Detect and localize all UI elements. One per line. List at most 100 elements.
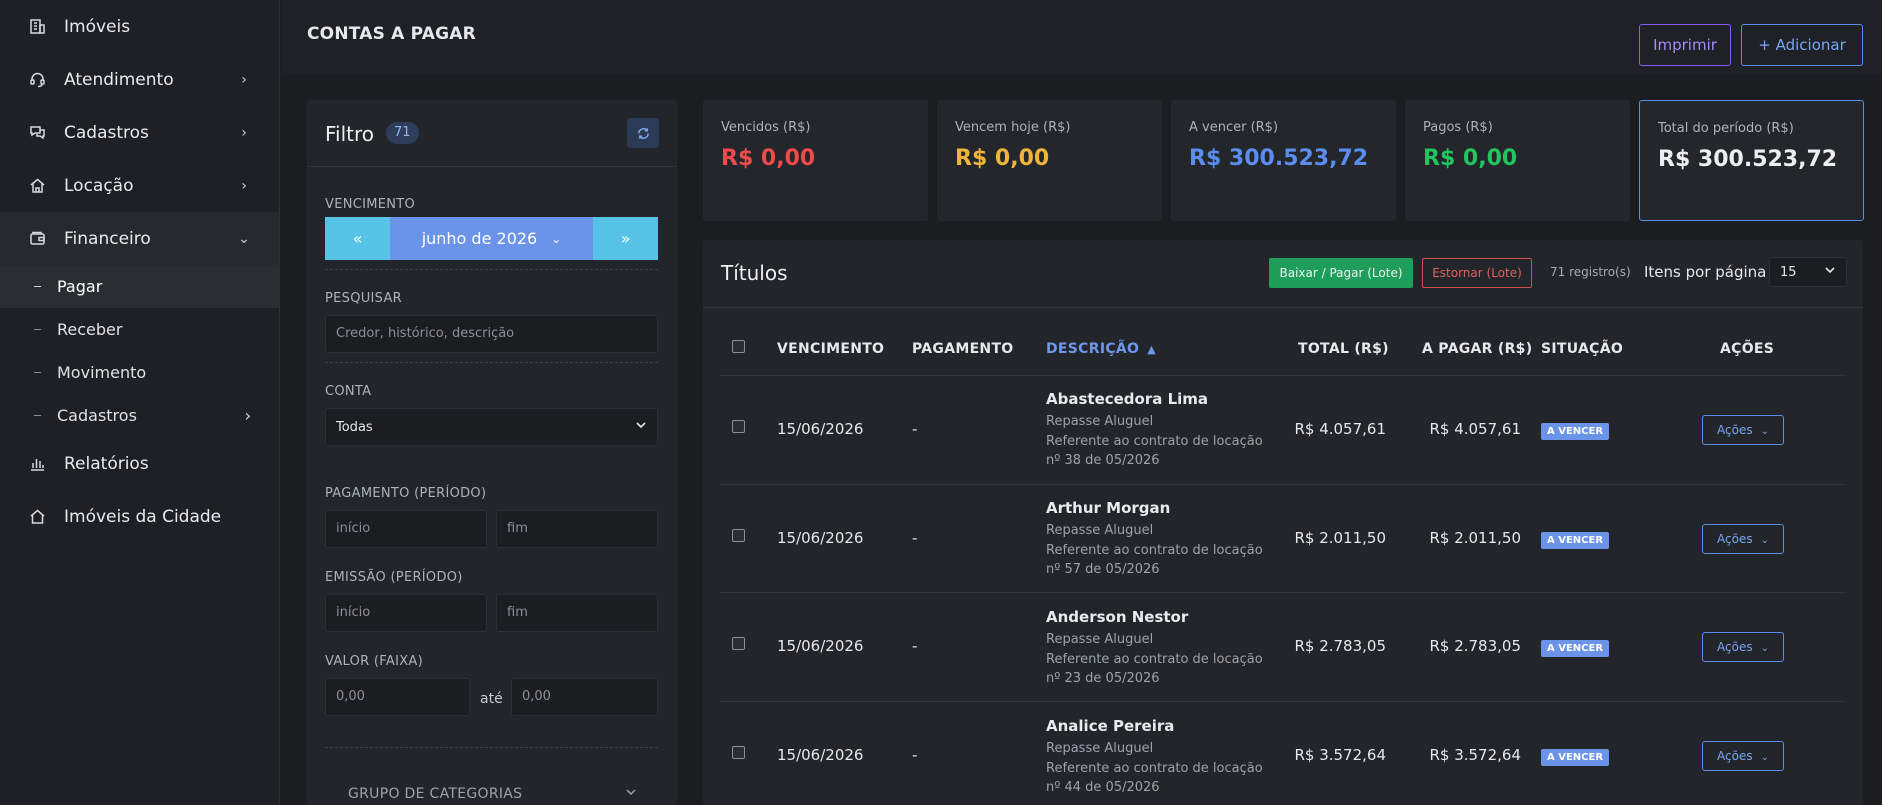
column-header-descricao[interactable]: DESCRIÇÃO ▲ bbox=[1046, 341, 1156, 357]
column-header-pagamento[interactable]: PAGAMENTO bbox=[912, 341, 1014, 357]
sidebar-subitem-movimento[interactable]: Movimento bbox=[0, 351, 279, 394]
sidebar-item-financeiro[interactable]: Financeiro ⌄ bbox=[0, 212, 279, 265]
chevron-down-icon: ⌄ bbox=[551, 231, 562, 246]
itens-por-pagina-select[interactable]: 15 bbox=[1769, 257, 1847, 287]
divider bbox=[325, 747, 658, 748]
valor-min-input[interactable]: 0,00 bbox=[325, 678, 470, 716]
sidebar-item-label: Atendimento bbox=[64, 69, 174, 90]
search-input[interactable]: Credor, histórico, descrição bbox=[325, 315, 658, 353]
acoes-button[interactable]: Ações ⌄ bbox=[1702, 741, 1784, 771]
baixar-pagar-lote-button[interactable]: Baixar / Pagar (Lote) bbox=[1269, 258, 1413, 288]
row-checkbox[interactable] bbox=[732, 420, 745, 433]
a-pagar-cell: R$ 2.011,50 bbox=[1429, 529, 1521, 547]
grupo-categorias-toggle[interactable]: GRUPO DE CATEGORIAS bbox=[348, 786, 522, 802]
sidebar-item-imoveis-cidade[interactable]: Imóveis da Cidade bbox=[0, 490, 279, 543]
emissao-fim-input[interactable]: fim bbox=[496, 594, 658, 632]
card-value: R$ 0,00 bbox=[721, 146, 816, 171]
sidebar-subitem-receber[interactable]: Receber bbox=[0, 308, 279, 351]
status-badge: A VENCER bbox=[1541, 640, 1610, 657]
pagamento-cell: - bbox=[912, 746, 918, 764]
row-divider bbox=[720, 375, 1846, 376]
next-month-button[interactable]: » bbox=[593, 217, 658, 260]
sidebar-item-relatorios[interactable]: Relatórios bbox=[0, 437, 279, 490]
vencimento-cell: 15/06/2026 bbox=[777, 529, 864, 547]
row-checkbox[interactable] bbox=[732, 746, 745, 759]
card-value: R$ 0,00 bbox=[955, 146, 1050, 171]
sidebar-subitem-label: Receber bbox=[57, 320, 123, 339]
prev-month-button[interactable]: « bbox=[325, 217, 390, 260]
bar-chart-icon bbox=[28, 455, 46, 473]
chevron-down-icon bbox=[635, 419, 647, 435]
card-label: Vencidos (R$) bbox=[721, 120, 811, 135]
sidebar-subitem-cadastros[interactable]: Cadastros › bbox=[0, 394, 279, 437]
acoes-label: Ações bbox=[1717, 423, 1753, 437]
column-header-total[interactable]: TOTAL (R$) bbox=[1298, 341, 1389, 357]
emissao-inicio-input[interactable]: início bbox=[325, 594, 487, 632]
month-selector[interactable]: junho de 2026 ⌄ bbox=[390, 217, 593, 260]
column-header-acoes: AÇÕES bbox=[1720, 341, 1775, 357]
card-vencidos: Vencidos (R$) R$ 0,00 bbox=[703, 100, 928, 221]
acoes-button[interactable]: Ações ⌄ bbox=[1702, 632, 1784, 662]
historico-text: Repasse Aluguel bbox=[1046, 414, 1154, 429]
headset-icon bbox=[28, 71, 46, 89]
valor-max-input[interactable]: 0,00 bbox=[511, 678, 658, 716]
sidebar-item-label: Imóveis bbox=[64, 16, 131, 37]
chevron-right-icon: › bbox=[244, 406, 251, 425]
building-icon bbox=[28, 18, 46, 36]
chevron-right-icon: › bbox=[241, 71, 247, 88]
select-all-checkbox[interactable] bbox=[732, 340, 745, 353]
acoes-button[interactable]: Ações ⌄ bbox=[1702, 524, 1784, 554]
descricao-text: nº 57 de 05/2026 bbox=[1046, 562, 1160, 577]
financeiro-submenu: Pagar Receber Movimento Cadastros › bbox=[0, 265, 279, 437]
row-divider bbox=[720, 484, 1846, 485]
filter-header: Filtro 71 bbox=[307, 100, 677, 167]
sidebar-subitem-label: Movimento bbox=[57, 363, 147, 382]
sidebar-item-imoveis[interactable]: Imóveis bbox=[0, 0, 279, 53]
row-checkbox[interactable] bbox=[732, 529, 745, 542]
month-label: junho de 2026 bbox=[421, 229, 538, 248]
divider bbox=[325, 269, 658, 270]
sidebar-item-atendimento[interactable]: Atendimento › bbox=[0, 53, 279, 106]
vencimento-cell: 15/06/2026 bbox=[777, 420, 864, 438]
status-badge: A VENCER bbox=[1541, 532, 1610, 549]
sidebar-item-cadastros[interactable]: Cadastros › bbox=[0, 106, 279, 159]
column-header-situacao[interactable]: SITUAÇÃO bbox=[1541, 341, 1623, 357]
chevron-down-icon: ⌄ bbox=[1760, 426, 1769, 437]
pagamento-periodo-label: PAGAMENTO (PERÍODO) bbox=[325, 486, 487, 501]
page-title: CONTAS A PAGAR bbox=[307, 24, 476, 44]
print-button[interactable]: Imprimir bbox=[1639, 24, 1731, 66]
conta-select[interactable]: Todas bbox=[325, 408, 658, 446]
titulos-header: Títulos Baixar / Pagar (Lote) Estornar (… bbox=[703, 240, 1863, 308]
status-badge: A VENCER bbox=[1541, 749, 1610, 766]
pagamento-fim-input[interactable]: fim bbox=[496, 510, 658, 548]
chevron-down-icon bbox=[1824, 264, 1836, 280]
sidebar-item-label: Cadastros bbox=[64, 122, 149, 143]
pagamento-inicio-input[interactable]: início bbox=[325, 510, 487, 548]
credor-name: Abastecedora Lima bbox=[1046, 390, 1209, 408]
column-header-a-pagar[interactable]: A PAGAR (R$) bbox=[1422, 341, 1532, 357]
home-icon bbox=[28, 177, 46, 195]
filter-panel: Filtro 71 VENCIMENTO « junho de 2026 ⌄ »… bbox=[307, 100, 677, 805]
row-checkbox[interactable] bbox=[732, 637, 745, 650]
a-pagar-cell: R$ 4.057,61 bbox=[1429, 420, 1521, 438]
vencimento-cell: 15/06/2026 bbox=[777, 637, 864, 655]
divider bbox=[325, 362, 658, 363]
refresh-icon bbox=[637, 127, 649, 139]
sidebar-item-locacao[interactable]: Locação › bbox=[0, 159, 279, 212]
descricao-text: nº 23 de 05/2026 bbox=[1046, 671, 1160, 686]
card-a-vencer: A vencer (R$) R$ 300.523,72 bbox=[1171, 100, 1396, 221]
a-pagar-cell: R$ 3.572,64 bbox=[1429, 746, 1521, 764]
add-button[interactable]: + Adicionar bbox=[1741, 24, 1863, 66]
filter-count-badge: 71 bbox=[386, 122, 419, 144]
sidebar-subitem-pagar[interactable]: Pagar bbox=[0, 265, 279, 308]
itens-por-pagina-label: Itens por página bbox=[1644, 263, 1767, 281]
card-pagos: Pagos (R$) R$ 0,00 bbox=[1405, 100, 1630, 221]
column-header-vencimento[interactable]: VENCIMENTO bbox=[777, 341, 884, 357]
card-label: A vencer (R$) bbox=[1189, 120, 1279, 135]
card-label: Pagos (R$) bbox=[1423, 120, 1493, 135]
status-badge: A VENCER bbox=[1541, 423, 1610, 440]
estornar-lote-button[interactable]: Estornar (Lote) bbox=[1422, 258, 1532, 288]
valor-faixa-label: VALOR (FAIXA) bbox=[325, 654, 423, 669]
acoes-button[interactable]: Ações ⌄ bbox=[1702, 415, 1784, 445]
refresh-button[interactable] bbox=[627, 118, 659, 148]
